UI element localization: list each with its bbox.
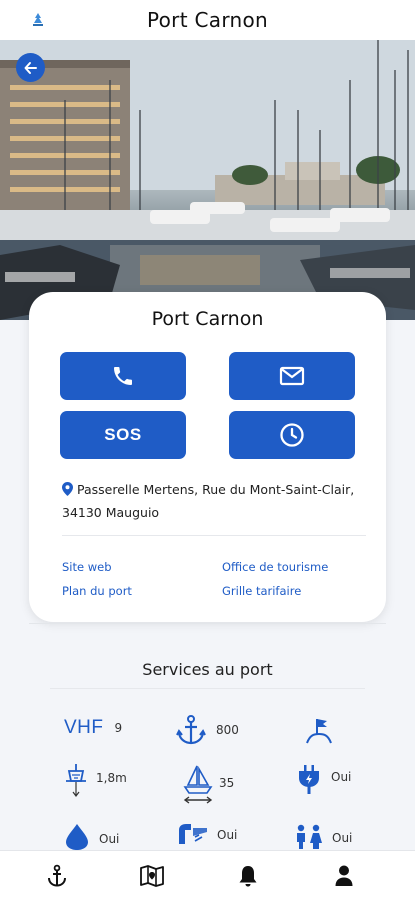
- clock-icon: [280, 423, 304, 447]
- address-line-2: 34130 Mauguio: [62, 505, 160, 520]
- card-divider: [62, 535, 366, 536]
- fuel-value: Oui: [217, 828, 238, 842]
- boat-length-icon: [183, 765, 213, 804]
- toilets-value: Oui: [332, 831, 353, 845]
- service-fuel: Oui: [177, 822, 237, 850]
- water-drop-icon: [66, 824, 88, 850]
- sos-button[interactable]: SOS: [60, 411, 186, 459]
- website-link[interactable]: Site web: [62, 560, 112, 574]
- anchor-icon: [176, 715, 206, 745]
- opening-hours-button[interactable]: [229, 411, 355, 459]
- rates-link[interactable]: Grille tarifaire: [222, 584, 301, 598]
- user-icon: [335, 865, 353, 886]
- service-water: Oui: [64, 822, 119, 850]
- card-title: Port Carnon: [151, 308, 264, 330]
- back-button[interactable]: [16, 53, 45, 82]
- service-vhf: VHF 9: [64, 717, 122, 739]
- port-info-card: Port Carnon SOS Passerelle Mertens, Rue …: [29, 292, 386, 622]
- address-line-1: Passerelle Mertens, Rue du Mont-Saint-Cl…: [77, 482, 355, 497]
- arrow-left-icon: [24, 61, 37, 74]
- harbor-flag-icon: [306, 719, 332, 744]
- vhf-label: VHF: [64, 717, 104, 738]
- bell-icon: [239, 866, 257, 887]
- nav-ports[interactable]: [44, 863, 70, 889]
- moorings-count: 800: [216, 723, 239, 737]
- fuel-icon: [179, 824, 207, 844]
- service-toilets: Oui: [293, 824, 352, 850]
- service-max-length: 35: [182, 763, 234, 805]
- port-photo: [0, 40, 415, 320]
- water-value: Oui: [99, 832, 120, 846]
- phone-icon: [114, 367, 132, 385]
- call-button[interactable]: [60, 352, 186, 400]
- section-divider: [29, 623, 386, 624]
- service-harbor-office: [304, 715, 334, 745]
- nav-map[interactable]: [139, 863, 165, 889]
- top-bar: Port Carnon: [0, 0, 415, 40]
- page-title: Port Carnon: [147, 8, 268, 32]
- service-moorings: 800: [176, 714, 239, 746]
- services-title: Services au port: [142, 660, 273, 679]
- nav-notifications[interactable]: [235, 863, 261, 889]
- electricity-plug-icon: [299, 765, 319, 794]
- service-draft: 1,8m: [61, 761, 127, 801]
- max-length-value: 35: [219, 776, 235, 790]
- draft-depth-icon: [66, 764, 86, 797]
- services-divider: [50, 688, 365, 689]
- vhf-channel: 9: [114, 721, 123, 735]
- mail-icon: [279, 366, 305, 386]
- email-button[interactable]: [229, 352, 355, 400]
- toilets-icon: [297, 824, 322, 849]
- nav-profile[interactable]: [331, 863, 357, 889]
- map-icon: [140, 865, 164, 887]
- port-map-link[interactable]: Plan du port: [62, 584, 132, 598]
- location-pin-icon: [62, 482, 73, 496]
- anchor-icon: [48, 864, 66, 887]
- draft-value: 1,8m: [96, 771, 127, 785]
- electricity-value: Oui: [331, 770, 352, 784]
- harbor-image: [0, 40, 415, 320]
- tourism-office-link[interactable]: Office de tourisme: [222, 560, 328, 574]
- service-electricity: Oui: [296, 764, 351, 796]
- port-address: Passerelle Mertens, Rue du Mont-Saint-Cl…: [62, 478, 372, 524]
- bottom-navigation: [0, 850, 415, 900]
